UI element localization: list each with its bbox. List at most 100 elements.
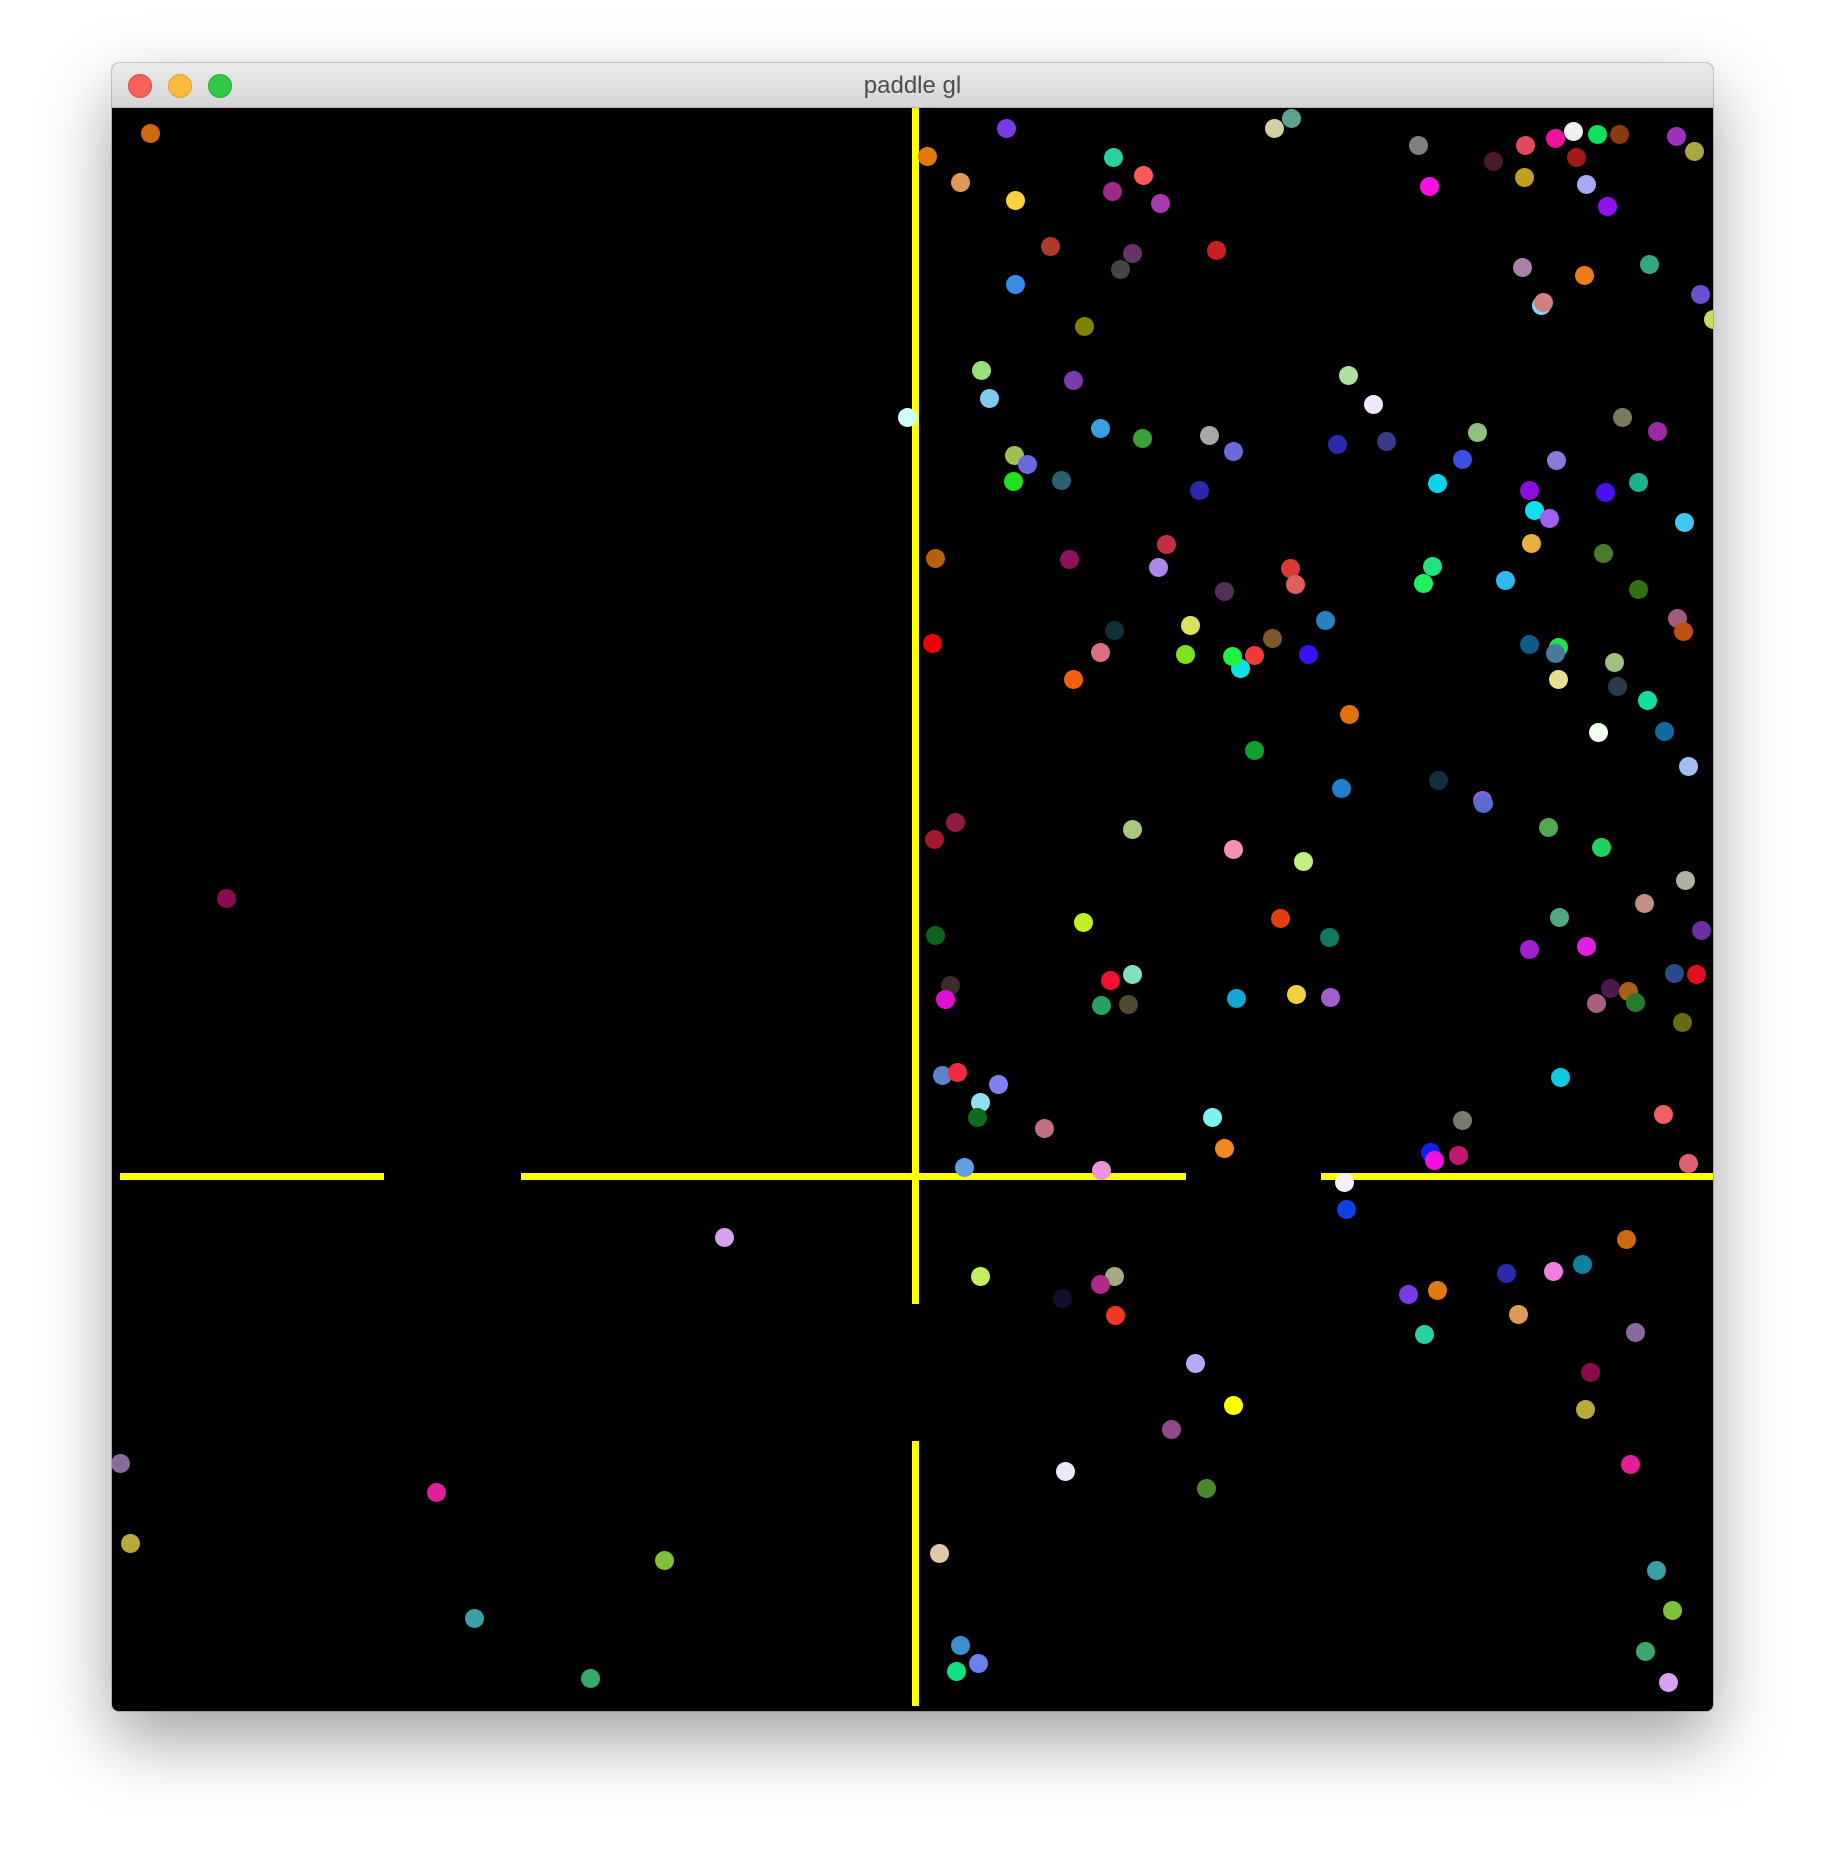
ball [1639,254,1659,274]
ball [1666,126,1686,146]
ball [946,1661,966,1681]
ball [1678,756,1698,776]
ball [140,123,160,143]
ball [1327,434,1347,454]
ball [1653,1104,1673,1124]
ball [1090,642,1110,662]
ball [1628,579,1648,599]
ball [1512,257,1532,277]
ball [1566,147,1586,167]
ball [1180,615,1200,635]
ball [1148,557,1168,577]
ball [1052,1288,1072,1308]
ball [1074,316,1094,336]
ball [1105,1305,1125,1325]
ball [1150,193,1170,213]
ball [1609,124,1629,144]
ball [1285,574,1305,594]
ball [1654,721,1674,741]
ball [1572,1254,1592,1274]
title-bar[interactable]: paddle gl [112,63,1713,108]
ball [1674,512,1694,532]
ball [112,1453,130,1473]
ball [1574,265,1594,285]
ball [1514,167,1534,187]
ball [1519,634,1539,654]
ball [925,925,945,945]
ball [1616,1229,1636,1249]
ball [1055,1461,1075,1481]
ball [1427,473,1447,493]
ball [1587,124,1607,144]
ball [971,360,991,380]
ball [950,1635,970,1655]
ball [1244,740,1264,760]
ball [1519,939,1539,959]
ball [1017,454,1037,474]
ball [1336,1199,1356,1219]
ball [1628,472,1648,492]
gl-canvas[interactable] [112,108,1713,1711]
ball [1539,508,1559,528]
ball [1424,1150,1444,1170]
ball [1100,970,1120,990]
ball [922,633,942,653]
ball [1223,1395,1243,1415]
ball [1546,450,1566,470]
ball [1588,722,1608,742]
ball [1040,236,1060,256]
ball [1703,309,1713,329]
ball [1691,920,1711,940]
ball [1338,365,1358,385]
ball [1545,643,1565,663]
ball [1690,284,1710,304]
ball [1625,1322,1645,1342]
ball [1452,449,1472,469]
ball [1102,181,1122,201]
ball [954,1157,974,1177]
ball [1414,1324,1434,1344]
ball [1576,936,1596,956]
ball [1122,243,1142,263]
ball [1658,1672,1678,1692]
ball [1398,1284,1418,1304]
vertical-wall-upper [912,108,919,1304]
ball [1091,1160,1111,1180]
ball [1339,704,1359,724]
ball [1090,1274,1110,1294]
ball [1286,984,1306,1004]
ball [996,118,1016,138]
ball [216,888,236,908]
ball [1034,1118,1054,1138]
ball [1634,893,1654,913]
ball [1533,292,1553,312]
ball [1483,151,1503,171]
ball [1059,549,1079,569]
ball [1662,1600,1682,1620]
ball [979,388,999,408]
ball [1586,993,1606,1013]
ball [1515,135,1535,155]
ball [1427,1280,1447,1300]
ball [1580,1362,1600,1382]
ball [1495,570,1515,590]
ball [1090,418,1110,438]
ball [1161,1419,1181,1439]
ball [426,1482,446,1502]
horizontal-wall-right [1321,1173,1713,1180]
ball [1005,190,1025,210]
ball [1521,533,1541,553]
ball [1223,839,1243,859]
ball [1637,690,1657,710]
ball [1063,669,1083,689]
ball [1262,628,1282,648]
ball [1051,470,1071,490]
vertical-wall-lower [912,1441,919,1706]
ball [1226,988,1246,1008]
ball [1132,428,1152,448]
ball [1545,128,1565,148]
ball [1549,907,1569,927]
ball [714,1227,734,1247]
ball [1686,964,1706,984]
ball [1223,441,1243,461]
